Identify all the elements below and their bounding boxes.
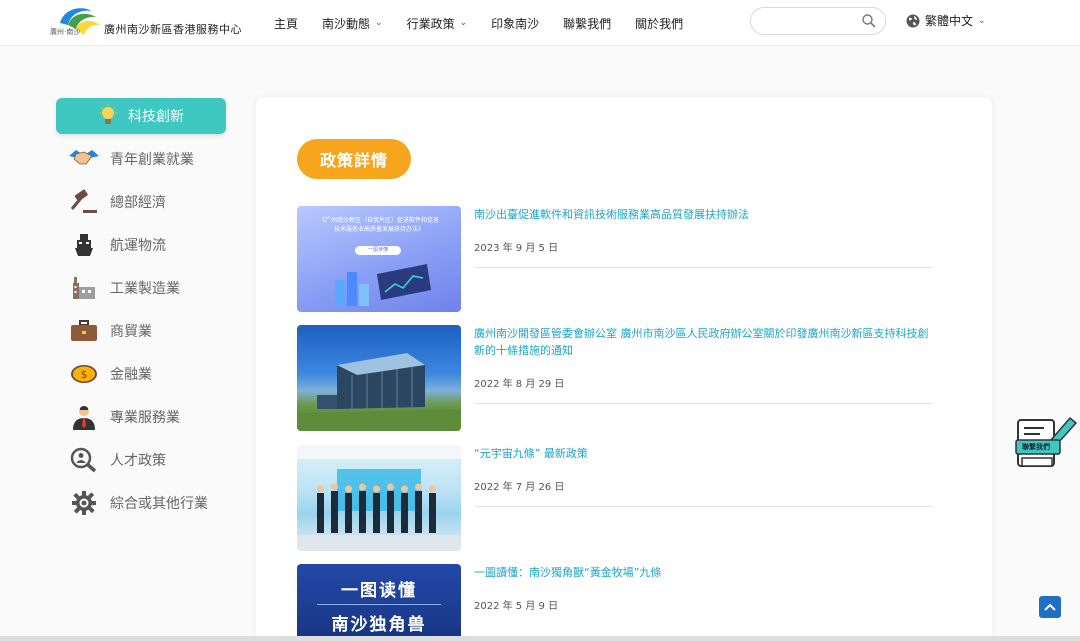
lightbulb-icon	[96, 102, 120, 130]
isometric-illustration-icon	[335, 264, 431, 306]
sidebar-item-shipping-logistics[interactable]: 航運物流	[56, 223, 226, 266]
bottom-edge	[0, 636, 1080, 641]
search-box	[750, 7, 886, 35]
post-thumbnail[interactable]	[297, 325, 461, 431]
sidebar-item-label: 綜合或其他行業	[110, 495, 208, 512]
chevron-down-icon: ⌄	[978, 15, 986, 26]
logo-title: 廣州南沙新區香港服務中心	[104, 23, 242, 36]
section-pill: 政策詳情	[297, 139, 411, 179]
nav-about-us[interactable]: 關於我們	[635, 15, 683, 32]
sidebar-item-talent-policy[interactable]: 人才政策	[56, 438, 226, 481]
nav-industry-policy[interactable]: 行業政策 ⌄	[407, 15, 468, 32]
nav-label: 關於我們	[635, 16, 684, 31]
magnifier-person-icon	[68, 446, 100, 474]
building-photo-icon	[297, 353, 461, 431]
contact-label: 聯繫我們	[1022, 443, 1050, 451]
logo-subtext: 廣州·南沙	[50, 28, 81, 36]
post-date: 2022 年 7 月 26 日	[474, 482, 565, 493]
nav-label: 印象南沙	[491, 16, 540, 31]
sidebar-item-tech-innovation[interactable]: 科技創新	[56, 98, 226, 134]
sidebar-item-finance[interactable]: $ 金融業	[56, 352, 226, 395]
main-nav: 主頁 南沙動態 ⌄ 行業政策 ⌄ 印象南沙 聯繫我們 關於我們	[262, 0, 695, 46]
sidebar-item-label: 人才政策	[110, 452, 166, 469]
search-icon[interactable]	[861, 13, 877, 29]
sidebar-item-label: 專業服務業	[110, 409, 180, 426]
thumb-line-1: 一图读懂	[341, 581, 417, 601]
sidebar-item-label: 總部經濟	[110, 194, 166, 211]
nav-impression-nansha[interactable]: 印象南沙	[491, 15, 539, 32]
post-title-link[interactable]: 南沙出臺促進軟件和資訊技術服務業高品質發展扶持辦法	[474, 206, 932, 223]
sidebar-item-label: 工業製造業	[110, 280, 180, 297]
policy-list-card: 政策詳情 《广州南沙新区（自贸片区）促进软件和信息技术服务业高质量发展扶持办法》…	[256, 97, 992, 641]
post-title-link[interactable]: “元宇宙九條” 最新政策	[474, 445, 932, 462]
chevron-down-icon: ⌄	[375, 18, 383, 28]
nav-label: 南沙動態	[322, 16, 371, 31]
chevron-up-icon	[1044, 603, 1056, 611]
post-thumbnail[interactable]	[297, 445, 461, 551]
thumb-badge: 一图读懂	[355, 246, 401, 255]
svg-text:$: $	[81, 368, 88, 381]
nav-contact-us[interactable]: 聯繫我們	[563, 15, 611, 32]
sidebar-item-label: 科技創新	[128, 109, 184, 125]
divider	[474, 267, 932, 268]
nav-label: 行業政策	[406, 16, 455, 31]
sidebar-item-professional-services[interactable]: 專業服務業	[56, 395, 226, 438]
sidebar-item-label: 金融業	[110, 366, 152, 383]
thumb-line-2: 南沙独角兽	[331, 615, 427, 635]
post-title-link[interactable]: 一圖讀懂：南沙獨角獸“黃金牧場”九條	[474, 564, 932, 581]
divider	[474, 506, 932, 507]
sidebar-item-label: 青年創業就業	[110, 151, 194, 168]
post-title-link[interactable]: 廣州南沙開發區管委會辦公室 廣州市南沙區人民政府辦公室關於印發廣州南沙新區支持科…	[474, 325, 932, 359]
thumb-text: 《广州南沙新区（自贸片区）促进软件和信息技术服务业高质量发展扶持办法》	[319, 217, 440, 233]
sidebar-item-industrial-manufacturing[interactable]: 工業製造業	[56, 266, 226, 309]
ship-icon	[68, 231, 100, 259]
sidebar-item-hq-economy[interactable]: 總部經濟	[56, 180, 226, 223]
sidebar-item-label: 商貿業	[110, 323, 152, 340]
briefcase-icon	[68, 317, 100, 345]
businessman-icon	[68, 403, 100, 431]
post-date: 2022 年 5 月 9 日	[474, 601, 559, 612]
divider	[317, 604, 441, 605]
handshake-icon	[68, 145, 100, 173]
nav-label: 主頁	[274, 16, 299, 31]
gavel-icon	[68, 188, 100, 216]
floating-contact-button[interactable]: 聯繫我們	[1014, 414, 1078, 474]
nav-label: 聯繫我們	[563, 16, 612, 31]
nav-nansha-news[interactable]: 南沙動態 ⌄	[322, 15, 383, 32]
search-input[interactable]	[761, 8, 861, 34]
sidebar-item-label: 航運物流	[110, 237, 166, 254]
category-sidebar: 科技創新 青年創業就業 總部經濟 航運物流 工業製造業 商貿業 $ 金融業 專業…	[56, 98, 226, 524]
sidebar-item-youth-startup[interactable]: 青年創業就業	[56, 137, 226, 180]
post-date: 2023 年 9 月 5 日	[474, 243, 559, 254]
list-item: 廣州南沙開發區管委會辦公室 廣州市南沙區人民政府辦公室關於印發廣州南沙新區支持科…	[297, 325, 932, 431]
language-switcher[interactable]: 繁體中文 ⌄	[906, 12, 986, 29]
globe-icon	[906, 14, 920, 27]
post-date: 2022 年 8 月 29 日	[474, 379, 565, 390]
back-to-top-button[interactable]	[1039, 596, 1061, 618]
post-thumbnail[interactable]: 一图读懂 南沙独角兽	[297, 564, 461, 641]
divider	[474, 403, 932, 404]
list-item: 一图读懂 南沙独角兽 一圖讀懂：南沙獨角獸“黃金牧場”九條 2022 年 5 月…	[297, 564, 932, 641]
sidebar-item-commerce-trade[interactable]: 商貿業	[56, 309, 226, 352]
event-photo-icon	[297, 445, 461, 551]
factory-icon	[68, 274, 100, 302]
sidebar-item-other-industries[interactable]: 綜合或其他行業	[56, 481, 226, 524]
gear-icon	[68, 489, 100, 517]
post-thumbnail[interactable]: 《广州南沙新区（自贸片区）促进软件和信息技术服务业高质量发展扶持办法》 一图读懂	[297, 206, 461, 312]
coin-icon: $	[68, 360, 100, 388]
site-header: 廣州·南沙 廣州南沙新區香港服務中心 主頁 南沙動態 ⌄ 行業政策 ⌄ 印象南沙 聯…	[0, 0, 1080, 46]
list-item: “元宇宙九條” 最新政策 2022 年 7 月 26 日	[297, 445, 932, 551]
nav-home[interactable]: 主頁	[274, 15, 298, 32]
site-logo[interactable]: 廣州·南沙 廣州南沙新區香港服務中心	[50, 3, 242, 41]
language-label: 繁體中文	[925, 14, 974, 28]
list-item: 《广州南沙新区（自贸片区）促进软件和信息技术服务业高质量发展扶持办法》 一图读懂…	[297, 206, 932, 312]
chevron-down-icon: ⌄	[459, 18, 468, 28]
